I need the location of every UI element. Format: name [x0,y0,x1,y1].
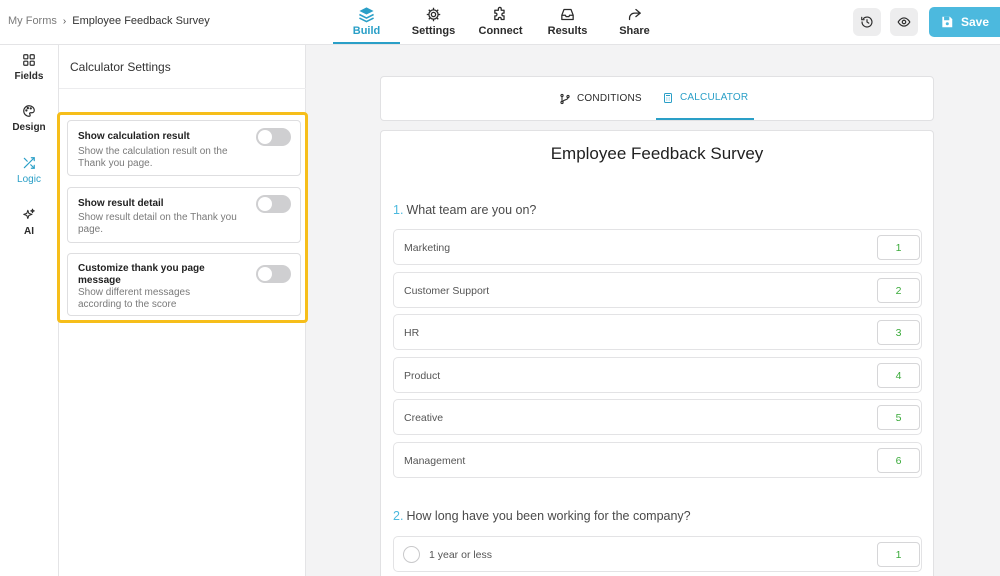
nav-settings-label: Settings [411,25,456,37]
nav-results-label: Results [547,25,588,37]
setting-customize-thank-you-message: Customize thank you page message Show di… [67,253,301,316]
option-row[interactable]: Product 4 [393,357,922,393]
option-row[interactable]: Management 6 [393,442,922,478]
option-label: Customer Support [404,285,490,297]
option-score-input[interactable]: 5 [877,405,920,430]
option-row[interactable]: Creative 5 [393,399,922,435]
rail-fields[interactable]: Fields [0,53,58,82]
setting-show-calculation-result: Show calculation result Show the calcula… [67,120,301,176]
rail-ai[interactable]: AI [0,208,58,237]
option-row[interactable]: Customer Support 2 [393,272,922,308]
nav-build[interactable]: Build [333,0,400,44]
breadcrumb: My Forms › Employee Feedback Survey [8,15,210,27]
top-header: My Forms › Employee Feedback Survey Buil… [0,0,1000,45]
eye-icon [897,17,911,27]
option-score-input[interactable]: 4 [877,363,920,388]
option-label: Creative [404,412,444,424]
form-preview: Employee Feedback Survey 1. What team are… [380,130,934,576]
nav-connect[interactable]: Connect [467,0,534,44]
branch-icon [560,93,570,104]
breadcrumb-current-form: Employee Feedback Survey [72,15,210,27]
option-label: HR [404,327,420,339]
breadcrumb-separator: › [62,15,67,27]
question-text: How long have you been working for the c… [406,509,691,523]
option-row[interactable]: 1 year or less 1 [393,536,922,572]
shuffle-icon [23,157,35,169]
show-calculation-result-toggle[interactable] [256,128,291,146]
form-title: Employee Feedback Survey [550,144,764,163]
option-score-input[interactable]: 1 [877,235,920,260]
puzzle-icon [494,6,505,21]
option-label: Marketing [404,242,451,254]
calculator-icon [664,92,672,103]
option-score-input[interactable]: 3 [877,320,920,345]
panel-divider [59,88,306,89]
show-result-detail-toggle[interactable] [256,195,291,213]
option-score-input[interactable]: 2 [877,278,920,303]
save-button[interactable]: Save [929,7,1000,37]
option-score-input[interactable]: 6 [877,448,920,473]
setting-description: Show the calculation result on the Thank… [78,146,228,169]
option-label: Management [404,455,466,467]
setting-title: Show result detail [78,198,164,209]
layers-icon [359,7,374,23]
inbox-icon [561,8,574,21]
setting-description: Show different messages according to the… [78,287,191,310]
setting-title: Show calculation result [78,131,190,142]
nav-settings[interactable]: Settings [400,0,467,44]
nav-share-label: Share [619,25,650,37]
share-arrow-icon [628,8,641,21]
rail-design[interactable]: Design [0,104,58,133]
main-nav: Build Settings Connect Results Share [333,0,668,45]
option-row[interactable]: Marketing 1 [393,229,922,265]
rail-fields-label: Fields [14,71,44,82]
tab-calculator[interactable]: CALCULATOR [656,77,755,120]
nav-connect-label: Connect [478,25,523,37]
radio-button[interactable] [403,546,420,563]
option-label: 1 year or less [429,549,493,561]
breadcrumb-my-forms[interactable]: My Forms [8,15,57,27]
tab-conditions[interactable]: CONDITIONS [557,77,644,120]
rail-ai-label: AI [24,226,34,237]
option-score-input[interactable]: 1 [877,542,920,567]
history-button[interactable] [853,8,881,36]
option-row[interactable]: HR 3 [393,314,922,350]
question-number: 2. [393,509,404,523]
nav-results[interactable]: Results [534,0,601,44]
nav-build-label: Build [352,25,381,37]
nav-share[interactable]: Share [601,0,668,44]
setting-show-result-detail: Show result detail Show result detail on… [67,187,301,243]
logic-tabs: CONDITIONS CALCULATOR [380,76,934,121]
history-icon [861,16,873,28]
sparkle-icon [23,208,35,220]
palette-icon [23,105,35,117]
left-rail: Fields Design Logic AI [0,45,59,576]
floppy-disk-icon [942,16,953,28]
question-number: 1. [393,203,404,217]
gear-icon [426,7,441,22]
setting-description: Show result detail on the Thank you page… [78,212,237,235]
rail-logic[interactable]: Logic [0,156,58,185]
option-label: Product [404,370,441,382]
preview-button[interactable] [890,8,918,36]
panel-title: Calculator Settings [70,60,171,74]
grid-icon [23,54,35,66]
question-1: 1. What team are you on? [393,203,536,217]
tab-conditions-label: CONDITIONS [577,93,642,104]
rail-design-label: Design [12,122,46,133]
customize-thank-you-message-toggle[interactable] [256,265,291,283]
setting-title: Customize thank you page message [78,263,205,286]
tab-calculator-label: CALCULATOR [680,92,749,103]
question-2: 2. How long have you been working for the… [393,509,691,523]
question-text: What team are you on? [406,203,537,217]
rail-logic-label: Logic [17,174,41,185]
save-button-label: Save [960,15,990,29]
